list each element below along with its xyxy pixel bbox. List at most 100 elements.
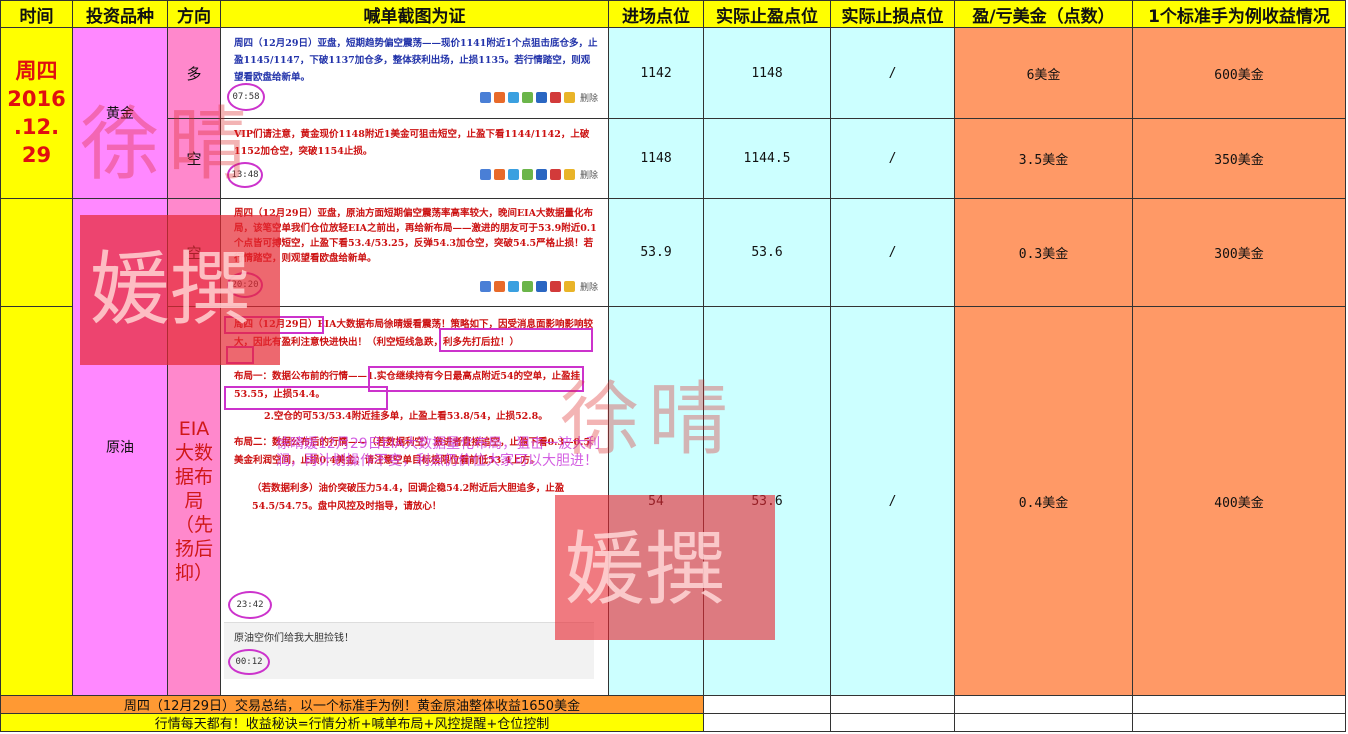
renren-icon[interactable] [535,92,547,103]
date-cell-empty-2 [0,307,73,696]
delete-link[interactable]: 删除 [580,91,598,104]
share-icon[interactable] [479,92,491,103]
entry-row4: 54 [609,307,704,696]
qzone-icon[interactable] [521,169,533,180]
summary-blank-3 [955,696,1133,714]
header-instrument: 投资品种 [73,0,168,28]
chat-screenshot-4: 周四（12月29日）EIA大数据布局徐晴媛看震荡！策略如下，因受消息面影响影响较… [224,310,606,693]
summary-blank-1 [704,696,831,714]
chat-screenshot-3: 周四（12月29日）亚盘，原油方面短期偏空震荡率高率较大，晚间EIA大数据量化布… [224,202,606,304]
instrument-oil: 原油 [73,199,168,696]
header-take-profit: 实际止盈点位 [704,0,831,28]
toolbar-icons-1: 删除 [479,91,598,104]
flag-icon[interactable] [549,92,561,103]
take-profit-row2: 1144.5 [704,119,831,199]
chat-screenshot-2: VIP们请注意，黄金现价1148附近1美金可狙击短空，止盈下看1144/1142… [224,122,606,196]
take-profit-row3: 53.6 [704,199,831,307]
header-time: 时间 [0,0,73,28]
highlight-box-2 [439,328,593,352]
highlight-box-3 [226,346,254,364]
message-time-2: 13:48 [227,162,263,188]
date-month: .12. [13,115,60,139]
weibo-icon[interactable] [493,169,505,180]
delete-link[interactable]: 删除 [580,280,598,293]
chat-message-4e: （若数据利多）油价突破压力54.4，回调企稳54.2附近后大胆追多，止盈54.5… [252,483,565,512]
stop-loss-row2: / [831,119,955,199]
message-time-3: 20:20 [227,272,263,298]
header-direction: 方向 [168,0,221,28]
summary-blank-7 [955,714,1133,732]
date-year: 2016 [7,87,66,111]
overlay-caption: 徐晴媛12月29日EIA大数据量化布局，狙击一波大利润，再计划操作不变，利点仍价… [276,436,601,469]
profit-row4: 400美金 [1133,307,1346,696]
entry-row1: 1142 [609,28,704,119]
weibo-icon[interactable] [493,92,505,103]
take-profit-row1: 1148 [704,28,831,119]
flag-icon[interactable] [549,169,561,180]
renren-icon[interactable] [535,281,547,292]
followup-message: 原油空你们给我大胆捡钱！ [234,633,354,644]
qq-icon[interactable] [507,281,519,292]
chat-message-3: 周四（12月29日）亚盘，原油方面短期偏空震荡率高率较大，晚间EIA大数据量化布… [234,208,597,264]
date-cell-empty-1 [0,199,73,307]
profit-row1: 600美金 [1133,28,1346,119]
pnl-row4: 0.4美金 [955,307,1133,696]
flag-icon[interactable] [549,281,561,292]
summary-blank-5 [704,714,831,732]
summary-blank-2 [831,696,955,714]
header-pnl: 盈/亏美金（点数） [955,0,1133,28]
qzone-icon[interactable] [521,281,533,292]
instrument-gold: 黄金 [73,28,168,199]
chat-message-2: VIP们请注意，黄金现价1148附近1美金可狙击短空，止盈下看1144/1142… [234,129,590,157]
star-icon[interactable] [563,281,575,292]
summary-total: 周四（12月29日）交易总结，以一个标准手为例！黄金原油整体收益1650美金 [0,696,704,714]
chat-message-1: 周四（12月29日）亚盘，短期趋势偏空震荡——现价1141附近1个点狙击底仓多，… [234,38,598,83]
share-icon[interactable] [479,281,491,292]
pnl-row1: 6美金 [955,28,1133,119]
take-profit-row4: 53.6 [704,307,831,696]
direction-row4: EIA大数据布局（先扬后抑） [168,307,221,696]
qq-icon[interactable] [507,92,519,103]
toolbar-icons-3: 删除 [479,280,598,293]
header-proof: 喊单截图为证 [221,0,609,28]
date-weekday: 周四 [15,59,58,83]
profit-row2: 350美金 [1133,119,1346,199]
message-time-4: 23:42 [228,591,272,619]
followup-bubble: 原油空你们给我大胆捡钱！ 00:12 [224,622,594,679]
direction-row1: 多 [168,28,221,119]
summary-blank-6 [831,714,955,732]
highlight-box-4 [368,366,584,392]
chat-screenshot-1: 周四（12月29日）亚盘，短期趋势偏空震荡——现价1141附近1个点狙击底仓多，… [224,31,606,116]
direction-row3: 空 [168,199,221,307]
direction-row2: 空 [168,119,221,199]
header-profit-per-lot: 1个标准手为例收益情况 [1133,0,1346,28]
stop-loss-row4: / [831,307,955,696]
renren-icon[interactable] [535,169,547,180]
entry-row2: 1148 [609,119,704,199]
entry-row3: 53.9 [609,199,704,307]
weibo-icon[interactable] [493,281,505,292]
pnl-row3: 0.3美金 [955,199,1133,307]
message-time-1: 07:58 [227,83,265,111]
highlight-box-5 [224,386,388,410]
date-cell: 周四 2016 .12. 29 [0,28,73,199]
header-entry: 进场点位 [609,0,704,28]
share-icon[interactable] [479,169,491,180]
pnl-row2: 3.5美金 [955,119,1133,199]
qq-icon[interactable] [507,169,519,180]
followup-time: 00:12 [228,649,270,675]
stop-loss-row1: / [831,28,955,119]
summary-blank-4 [1133,696,1346,714]
star-icon[interactable] [563,92,575,103]
date-day: 29 [21,143,52,167]
summary-motto: 行情每天都有！收益秘诀=行情分析+喊单布局+风控提醒+仓位控制 [0,714,704,732]
star-icon[interactable] [563,169,575,180]
stop-loss-row3: / [831,199,955,307]
toolbar-icons-2: 删除 [479,168,598,181]
header-stop-loss: 实际止损点位 [831,0,955,28]
qzone-icon[interactable] [521,92,533,103]
delete-link[interactable]: 删除 [580,168,598,181]
profit-row3: 300美金 [1133,199,1346,307]
highlight-box-1 [224,316,324,334]
summary-blank-8 [1133,714,1346,732]
